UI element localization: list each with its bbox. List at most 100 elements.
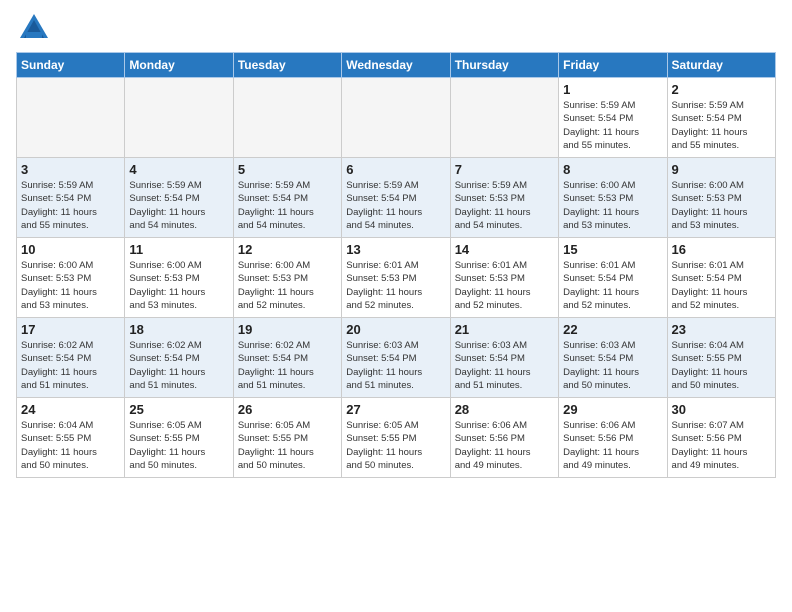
calendar-cell: 18 Sunrise: 6:02 AM Sunset: 5:54 PM Dayli… (125, 318, 233, 398)
day-info: Sunrise: 5:59 AM Sunset: 5:54 PM Dayligh… (129, 179, 228, 232)
day-number: 6 (346, 162, 445, 177)
calendar-cell: 11 Sunrise: 6:00 AM Sunset: 5:53 PM Dayli… (125, 238, 233, 318)
day-number: 17 (21, 322, 120, 337)
weekday-header-tuesday: Tuesday (233, 53, 341, 78)
day-info: Sunrise: 6:02 AM Sunset: 5:54 PM Dayligh… (21, 339, 120, 392)
day-number: 28 (455, 402, 554, 417)
day-number: 26 (238, 402, 337, 417)
calendar-cell: 17 Sunrise: 6:02 AM Sunset: 5:54 PM Dayli… (17, 318, 125, 398)
week-row-1: 1 Sunrise: 5:59 AM Sunset: 5:54 PM Daylig… (17, 78, 776, 158)
day-number: 1 (563, 82, 662, 97)
week-row-5: 24 Sunrise: 6:04 AM Sunset: 5:55 PM Dayli… (17, 398, 776, 478)
day-number: 11 (129, 242, 228, 257)
day-number: 5 (238, 162, 337, 177)
day-info: Sunrise: 6:00 AM Sunset: 5:53 PM Dayligh… (563, 179, 662, 232)
day-info: Sunrise: 6:00 AM Sunset: 5:53 PM Dayligh… (672, 179, 771, 232)
calendar-cell: 15 Sunrise: 6:01 AM Sunset: 5:54 PM Dayli… (559, 238, 667, 318)
day-info: Sunrise: 6:07 AM Sunset: 5:56 PM Dayligh… (672, 419, 771, 472)
day-number: 2 (672, 82, 771, 97)
day-info: Sunrise: 6:05 AM Sunset: 5:55 PM Dayligh… (346, 419, 445, 472)
calendar-cell: 4 Sunrise: 5:59 AM Sunset: 5:54 PM Daylig… (125, 158, 233, 238)
page: SundayMondayTuesdayWednesdayThursdayFrid… (0, 0, 792, 494)
weekday-header-thursday: Thursday (450, 53, 558, 78)
calendar: SundayMondayTuesdayWednesdayThursdayFrid… (16, 52, 776, 478)
calendar-cell: 30 Sunrise: 6:07 AM Sunset: 5:56 PM Dayli… (667, 398, 775, 478)
day-number: 30 (672, 402, 771, 417)
week-row-4: 17 Sunrise: 6:02 AM Sunset: 5:54 PM Dayli… (17, 318, 776, 398)
calendar-cell: 8 Sunrise: 6:00 AM Sunset: 5:53 PM Daylig… (559, 158, 667, 238)
calendar-cell: 19 Sunrise: 6:02 AM Sunset: 5:54 PM Dayli… (233, 318, 341, 398)
calendar-cell (233, 78, 341, 158)
day-number: 29 (563, 402, 662, 417)
day-number: 18 (129, 322, 228, 337)
calendar-cell: 5 Sunrise: 5:59 AM Sunset: 5:54 PM Daylig… (233, 158, 341, 238)
calendar-cell: 21 Sunrise: 6:03 AM Sunset: 5:54 PM Dayli… (450, 318, 558, 398)
weekday-header-monday: Monday (125, 53, 233, 78)
calendar-cell: 23Sunrise: 6:04 AM Sunset: 5:55 PM Dayli… (667, 318, 775, 398)
day-info: Sunrise: 6:04 AM Sunset: 5:55 PM Dayligh… (21, 419, 120, 472)
day-info: Sunrise: 6:01 AM Sunset: 5:53 PM Dayligh… (346, 259, 445, 312)
day-info: Sunrise: 5:59 AM Sunset: 5:54 PM Dayligh… (238, 179, 337, 232)
day-number: 25 (129, 402, 228, 417)
day-number: 24 (21, 402, 120, 417)
day-info: Sunrise: 6:00 AM Sunset: 5:53 PM Dayligh… (129, 259, 228, 312)
day-info: Sunrise: 6:02 AM Sunset: 5:54 PM Dayligh… (129, 339, 228, 392)
day-number: 21 (455, 322, 554, 337)
day-number: 15 (563, 242, 662, 257)
day-info: Sunrise: 6:01 AM Sunset: 5:54 PM Dayligh… (563, 259, 662, 312)
day-info: Sunrise: 5:59 AM Sunset: 5:54 PM Dayligh… (346, 179, 445, 232)
weekday-header-sunday: Sunday (17, 53, 125, 78)
day-info: Sunrise: 6:05 AM Sunset: 5:55 PM Dayligh… (129, 419, 228, 472)
day-info: Sunrise: 6:02 AM Sunset: 5:54 PM Dayligh… (238, 339, 337, 392)
day-info: Sunrise: 6:03 AM Sunset: 5:54 PM Dayligh… (346, 339, 445, 392)
weekday-header-wednesday: Wednesday (342, 53, 450, 78)
calendar-cell: 24 Sunrise: 6:04 AM Sunset: 5:55 PM Dayli… (17, 398, 125, 478)
week-row-2: 3 Sunrise: 5:59 AM Sunset: 5:54 PM Daylig… (17, 158, 776, 238)
calendar-cell: 22Sunrise: 6:03 AM Sunset: 5:54 PM Dayli… (559, 318, 667, 398)
header (16, 10, 776, 46)
calendar-cell: 12Sunrise: 6:00 AM Sunset: 5:53 PM Dayli… (233, 238, 341, 318)
calendar-cell (342, 78, 450, 158)
calendar-cell (125, 78, 233, 158)
day-info: Sunrise: 5:59 AM Sunset: 5:54 PM Dayligh… (672, 99, 771, 152)
day-number: 7 (455, 162, 554, 177)
day-number: 19 (238, 322, 337, 337)
calendar-cell: 3 Sunrise: 5:59 AM Sunset: 5:54 PM Daylig… (17, 158, 125, 238)
day-number: 13 (346, 242, 445, 257)
calendar-cell: 13 Sunrise: 6:01 AM Sunset: 5:53 PM Dayli… (342, 238, 450, 318)
calendar-cell (17, 78, 125, 158)
weekday-header-friday: Friday (559, 53, 667, 78)
logo-icon (16, 10, 52, 46)
day-info: Sunrise: 6:06 AM Sunset: 5:56 PM Dayligh… (455, 419, 554, 472)
calendar-cell: 25 Sunrise: 6:05 AM Sunset: 5:55 PM Dayli… (125, 398, 233, 478)
day-info: Sunrise: 6:04 AM Sunset: 5:55 PM Dayligh… (672, 339, 771, 392)
calendar-cell: 9 Sunrise: 6:00 AM Sunset: 5:53 PM Daylig… (667, 158, 775, 238)
day-info: Sunrise: 6:06 AM Sunset: 5:56 PM Dayligh… (563, 419, 662, 472)
day-info: Sunrise: 5:59 AM Sunset: 5:53 PM Dayligh… (455, 179, 554, 232)
day-number: 4 (129, 162, 228, 177)
day-number: 16 (672, 242, 771, 257)
calendar-cell: 2 Sunrise: 5:59 AM Sunset: 5:54 PM Daylig… (667, 78, 775, 158)
calendar-cell: 7 Sunrise: 5:59 AM Sunset: 5:53 PM Daylig… (450, 158, 558, 238)
day-number: 27 (346, 402, 445, 417)
day-info: Sunrise: 6:01 AM Sunset: 5:54 PM Dayligh… (672, 259, 771, 312)
calendar-cell: 26 Sunrise: 6:05 AM Sunset: 5:55 PM Dayli… (233, 398, 341, 478)
day-info: Sunrise: 6:03 AM Sunset: 5:54 PM Dayligh… (455, 339, 554, 392)
calendar-cell: 16 Sunrise: 6:01 AM Sunset: 5:54 PM Dayli… (667, 238, 775, 318)
day-info: Sunrise: 5:59 AM Sunset: 5:54 PM Dayligh… (21, 179, 120, 232)
day-info: Sunrise: 6:01 AM Sunset: 5:53 PM Dayligh… (455, 259, 554, 312)
day-number: 9 (672, 162, 771, 177)
calendar-cell: 29 Sunrise: 6:06 AM Sunset: 5:56 PM Dayli… (559, 398, 667, 478)
day-info: Sunrise: 6:05 AM Sunset: 5:55 PM Dayligh… (238, 419, 337, 472)
calendar-cell: 1Sunrise: 5:59 AM Sunset: 5:54 PM Daylig… (559, 78, 667, 158)
calendar-cell (450, 78, 558, 158)
day-info: Sunrise: 6:00 AM Sunset: 5:53 PM Dayligh… (21, 259, 120, 312)
day-number: 14 (455, 242, 554, 257)
day-number: 8 (563, 162, 662, 177)
day-info: Sunrise: 6:03 AM Sunset: 5:54 PM Dayligh… (563, 339, 662, 392)
weekday-header-row: SundayMondayTuesdayWednesdayThursdayFrid… (17, 53, 776, 78)
calendar-cell: 10 Sunrise: 6:00 AM Sunset: 5:53 PM Dayli… (17, 238, 125, 318)
calendar-cell: 14 Sunrise: 6:01 AM Sunset: 5:53 PM Dayli… (450, 238, 558, 318)
day-number: 3 (21, 162, 120, 177)
day-number: 10 (21, 242, 120, 257)
